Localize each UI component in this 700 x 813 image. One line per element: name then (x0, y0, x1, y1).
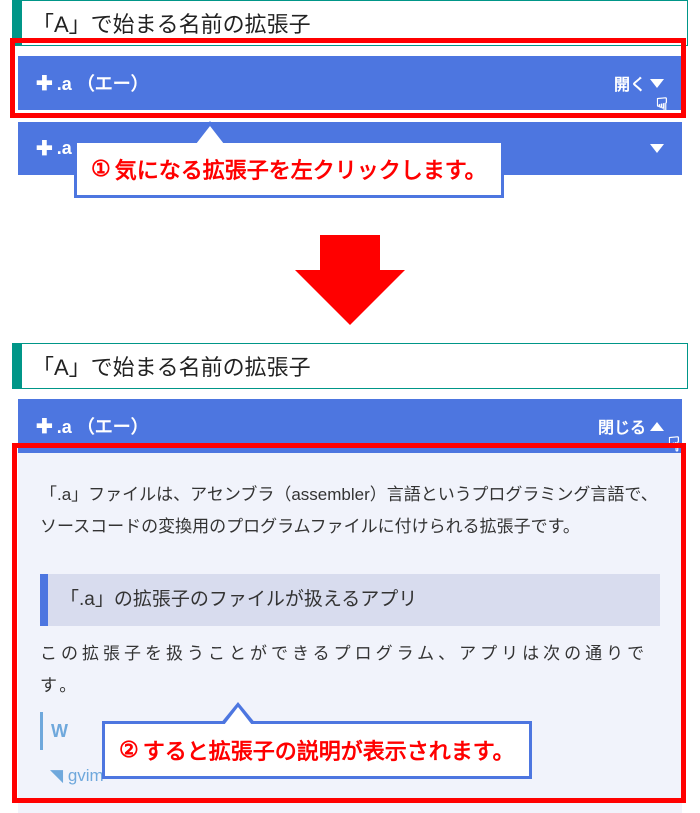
apps-heading: 「.a」の拡張子のファイルが扱えるアプリ (40, 574, 660, 626)
extension-name: .a （エー） (57, 70, 149, 96)
extension-row-label: ✚ .a （エー） (36, 70, 149, 96)
collapse-action[interactable]: 閉じる (598, 414, 664, 438)
extension-name-2: .a (57, 138, 72, 159)
section-heading: 「A」で始まる名前の拡張子 (12, 0, 688, 46)
cursor-icon: ☟ (656, 93, 668, 118)
callout-text-1: 気になる拡張子を左クリックします。 (115, 153, 487, 185)
arrow-stem (320, 235, 380, 270)
section-heading-2: 「A」で始まる名前の拡張子 (12, 343, 688, 389)
callout-number-1: ① (91, 156, 111, 182)
chevron-down-icon (650, 144, 664, 153)
panel-collapsed: 「A」で始まる名前の拡張子 ✚ .a （エー） 開く ☟ ✚ .a ① 気になる… (0, 0, 700, 175)
panel-expanded: 「A」で始まる名前の拡張子 ✚ .a （エー） 閉じる ☟ 「.a」ファイルは、… (0, 343, 700, 813)
extension-row-a-open[interactable]: ✚ .a （エー） 閉じる ☟ (18, 399, 682, 453)
app-name: gvim (68, 766, 104, 785)
callout-1: ① 気になる拡張子を左クリックします。 (74, 140, 504, 198)
extension-name-open: .a （エー） (57, 413, 149, 439)
collapse-label: 閉じる (598, 414, 646, 438)
bullet-icon: ◥ (50, 766, 63, 785)
apps-intro-text: この拡張子を扱うことができるプログラム、アプリは次の通りです。 (40, 638, 660, 703)
expand-action[interactable]: 開く (614, 71, 664, 95)
plus-icon: ✚ (36, 136, 53, 161)
extension-row-label-open: ✚ .a （エー） (36, 413, 149, 439)
description-text: 「.a」ファイルは、アセンブラ（assembler）言語というプログラミング言語… (40, 479, 660, 544)
callout-number-2: ② (119, 737, 139, 763)
chevron-down-icon (650, 79, 664, 88)
expand-label: 開く (614, 71, 646, 95)
arrow-head-icon (295, 270, 405, 325)
extension-row-a[interactable]: ✚ .a （エー） 開く ☟ (18, 56, 682, 110)
extension-row-label-2: ✚ .a (36, 136, 72, 161)
callout-text-2: すると拡張子の説明が表示されます。 (143, 734, 515, 766)
chevron-up-icon (650, 422, 664, 431)
callout-2: ② すると拡張子の説明が表示されます。 (102, 721, 532, 779)
expand-action-2[interactable] (648, 144, 664, 153)
flow-arrow (0, 235, 700, 325)
plus-icon: ✚ (36, 71, 53, 96)
plus-icon: ✚ (36, 414, 53, 439)
